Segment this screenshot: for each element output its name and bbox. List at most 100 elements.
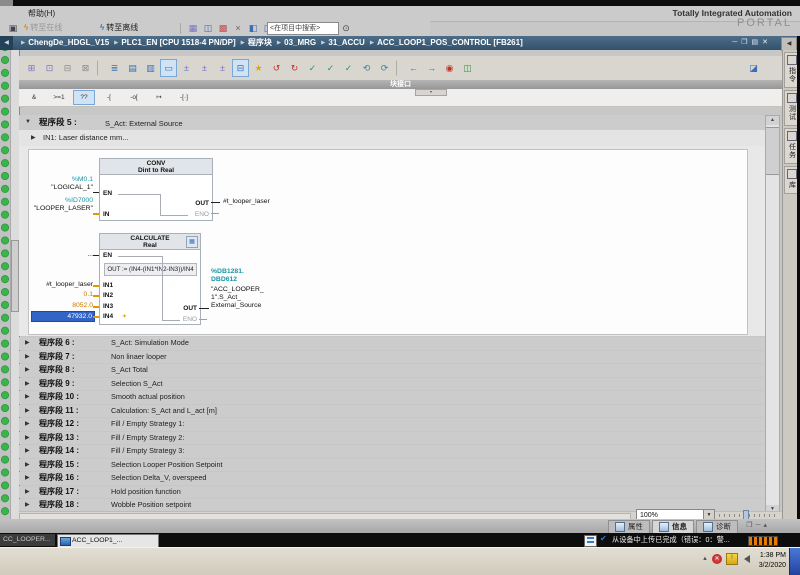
- breadcrumb-item[interactable]: ▶程序块: [238, 38, 272, 47]
- conv-block[interactable]: CONV Dint to Real EN IN OUT ENO: [99, 158, 213, 221]
- expand-network-icon[interactable]: ▶: [25, 445, 30, 458]
- network-row[interactable]: ▶ 程序段 9 : Selection S_Act: [19, 378, 765, 391]
- breadcrumb-item[interactable]: ▶ACC_LOOP1_POS_CONTROL [FB261]: [367, 38, 523, 47]
- expand-network-icon[interactable]: ▶: [25, 499, 30, 511]
- network-row[interactable]: ▶ 程序段 12 : Fill / Empty Strategy 1:: [19, 418, 765, 431]
- goto-next-usage-icon[interactable]: ⟳: [376, 59, 393, 77]
- assignment-icon[interactable]: -[: [98, 90, 120, 105]
- network-row[interactable]: ▶ 程序段 8 : S_Act Total: [19, 364, 765, 377]
- expand-network-icon[interactable]: ▶: [25, 351, 30, 364]
- delete-element-icon[interactable]: ⊠: [77, 59, 94, 77]
- expand-network-icon[interactable]: ▶: [25, 364, 30, 377]
- update-block-calls-icon[interactable]: ✓: [304, 59, 321, 77]
- insert-input-icon[interactable]: -[·]: [173, 90, 195, 105]
- minimize-editor-icon[interactable]: ─: [732, 39, 741, 46]
- calc-en-operand[interactable]: ...: [29, 251, 93, 259]
- back-icon[interactable]: ←: [405, 59, 422, 77]
- consistency-check-icon[interactable]: ✓: [322, 59, 339, 77]
- tray-expand-icon[interactable]: ▲: [702, 556, 708, 562]
- collapse-networks-icon[interactable]: ▥: [142, 59, 159, 77]
- tab-properties[interactable]: 属性: [608, 520, 650, 533]
- calc-expression[interactable]: OUT := (IN4-(IN1*IN2-IN3))/IN4: [104, 263, 197, 276]
- expand-network-icon[interactable]: ▶: [25, 418, 30, 431]
- insert-box-variant3-icon[interactable]: ±: [214, 59, 231, 77]
- simulation-icon[interactable]: ▦: [186, 22, 200, 34]
- insert-box-variant2-icon[interactable]: ±: [196, 59, 213, 77]
- prev-error-icon[interactable]: ↺: [268, 59, 285, 77]
- expand-network-icon[interactable]: ▶: [25, 405, 30, 418]
- expand-network-icon[interactable]: ▶: [25, 486, 30, 499]
- network-5-header[interactable]: ▼ 程序段 5 : S_Act: External Source: [19, 115, 765, 131]
- volume-icon[interactable]: [744, 555, 750, 563]
- network-row[interactable]: ▶ 程序段 7 : Non linaer looper: [19, 351, 765, 364]
- show-desktop-button[interactable]: [789, 548, 800, 575]
- calc-out-db-address1[interactable]: %DB1281.: [211, 268, 244, 276]
- tray-error-icon[interactable]: ✕: [712, 554, 722, 564]
- calculate-block[interactable]: CALCULATE Real ▦ EN OUT := (IN4-(IN1*IN2…: [99, 233, 201, 325]
- calc-in3-operand[interactable]: 8052.0: [29, 302, 93, 310]
- network-row[interactable]: ▶ 程序段 10 : Smooth actual position: [19, 391, 765, 404]
- scroll-up-icon[interactable]: ▲: [766, 116, 779, 125]
- save-project-icon[interactable]: ▣: [6, 22, 20, 34]
- expand-network-icon[interactable]: ▶: [25, 378, 30, 391]
- block-interface-bar[interactable]: 块接口: [19, 80, 782, 89]
- go-online-button[interactable]: ϟ转至在线: [24, 22, 62, 34]
- editor-vscrollbar[interactable]: ▲ ▼: [765, 115, 780, 515]
- breadcrumb-item[interactable]: ▶ChengDe_HDGL_V15: [18, 38, 109, 47]
- inspector-window-controls[interactable]: ❐─▴: [746, 521, 770, 529]
- restore-editor-icon[interactable]: ❐: [741, 39, 751, 46]
- monitoring-icon[interactable]: ◉: [441, 59, 458, 77]
- outline-view-icon[interactable]: ≣: [106, 59, 123, 77]
- expand-network-icon[interactable]: ▶: [25, 337, 30, 350]
- expand-network-icon[interactable]: ▶: [25, 391, 30, 404]
- insert-box-variant1-icon[interactable]: ±: [178, 59, 195, 77]
- conv-in-address[interactable]: %ID7000: [29, 197, 93, 205]
- network-row[interactable]: ▶ 程序段 14 : Fill / Empty Strategy 3:: [19, 445, 765, 458]
- editor-windows-icon[interactable]: ◫: [201, 22, 215, 34]
- comment-expand-icon[interactable]: ▶: [31, 130, 36, 146]
- conv-en-tag[interactable]: "LOGICAL_1": [29, 184, 93, 192]
- expand-network-icon[interactable]: ▶: [25, 432, 30, 445]
- zoom-slider[interactable]: [719, 512, 777, 518]
- insert-branch-icon[interactable]: ⊟: [59, 59, 76, 77]
- or-box-icon[interactable]: >=1: [48, 90, 70, 105]
- editor-menu-icon[interactable]: ▤: [752, 39, 763, 46]
- open-branch-icon[interactable]: ↦: [148, 90, 170, 105]
- forward-icon[interactable]: →: [423, 59, 440, 77]
- tree-scrollbar-thumb[interactable]: [11, 240, 19, 312]
- toggle-comments-icon[interactable]: ▭: [160, 59, 177, 77]
- conv-out-tag[interactable]: #t_looper_laser: [223, 198, 270, 206]
- conv-in-tag[interactable]: "LOOPER_LASER": [29, 205, 93, 213]
- network-row[interactable]: ▶ 程序段 13 : Fill / Empty Strategy 2:: [19, 432, 765, 445]
- network-row[interactable]: ▶ 程序段 6 : S_Act: Simulation Mode: [19, 337, 765, 350]
- calc-in2-operand[interactable]: 0.1: [29, 291, 93, 299]
- and-box-icon[interactable]: &: [23, 90, 45, 105]
- taskbar-clock[interactable]: 1:38 PM 3/2/2020: [759, 551, 786, 571]
- tab-info[interactable]: 信息: [652, 520, 694, 533]
- find-icon[interactable]: ⊙: [339, 22, 353, 34]
- go-offline-button[interactable]: ϟ转至离线: [100, 22, 138, 34]
- insert-network-icon[interactable]: ⊞: [23, 59, 40, 77]
- insert-block-icon[interactable]: ⊡: [41, 59, 58, 77]
- calc-out-tag-line1[interactable]: "ACC_LOOPER_: [211, 286, 264, 294]
- expand-network-icon[interactable]: ▶: [25, 459, 30, 472]
- conv-en-address[interactable]: %M0.1: [29, 176, 93, 184]
- empty-box-icon[interactable]: ??: [73, 90, 95, 105]
- calc-out-tag-line3[interactable]: External_Source: [211, 302, 261, 310]
- calc-out-db-address2[interactable]: DBD612: [211, 276, 237, 284]
- collapse-network-icon[interactable]: ▼: [25, 115, 31, 130]
- breadcrumb-item[interactable]: ▶31_ACCU: [318, 38, 365, 47]
- tray-warning-icon[interactable]: !: [726, 553, 738, 565]
- network-5-comment-row[interactable]: ▶ IN1: Laser distance mm...: [19, 130, 765, 146]
- tab-diagnostics[interactable]: 诊断: [696, 520, 738, 533]
- compile-icon[interactable]: ✓: [340, 59, 357, 77]
- editor-tab-looper[interactable]: CC_LOOPER...: [0, 534, 55, 546]
- calc-in1-operand[interactable]: #t_looper_laser: [29, 281, 93, 289]
- panel-collapse-icon[interactable]: ◀: [781, 37, 797, 51]
- close-editor-icon[interactable]: ✕: [762, 39, 772, 46]
- snapshot-icon[interactable]: ◫: [459, 59, 476, 77]
- vscrollbar-thumb[interactable]: [766, 127, 779, 175]
- network-row[interactable]: ▶ 程序段 16 : Selection Delta_V, overspeed: [19, 472, 765, 485]
- close-editor-icon[interactable]: ×: [231, 22, 245, 34]
- menu-help[interactable]: 帮助(H): [28, 6, 55, 21]
